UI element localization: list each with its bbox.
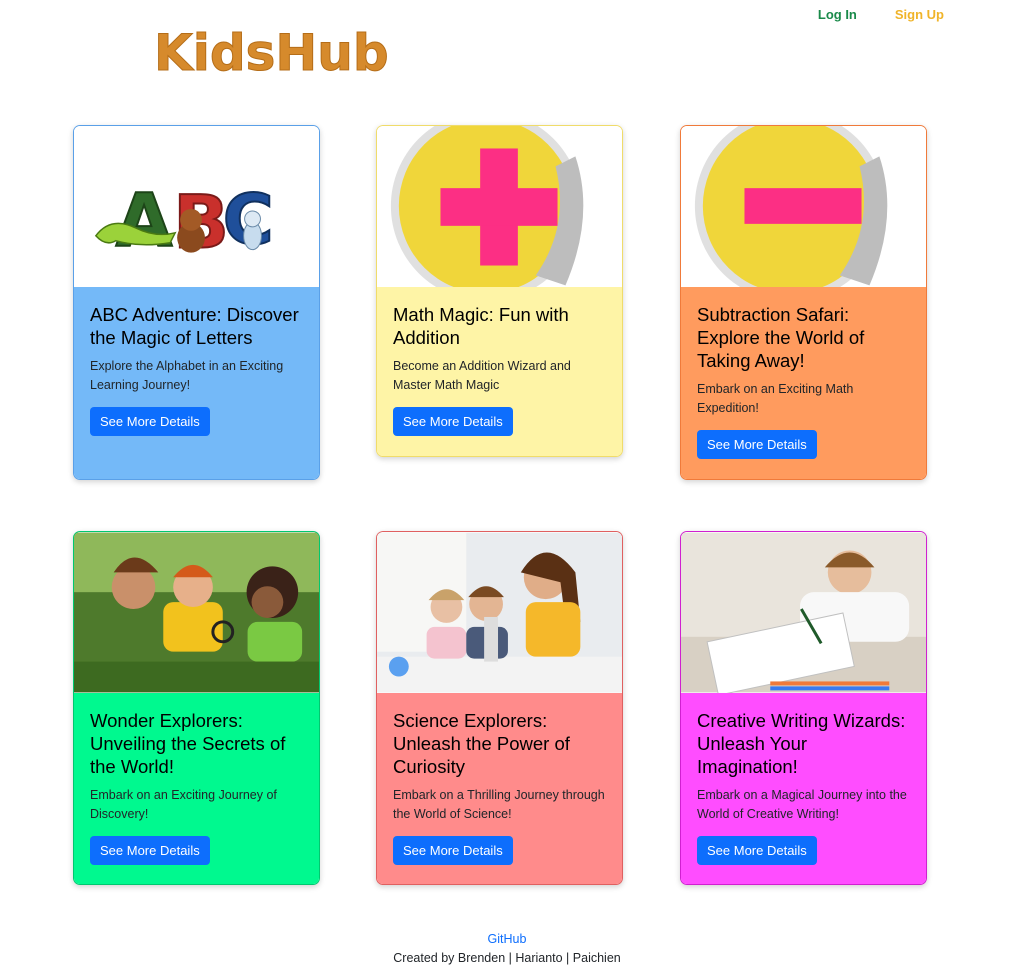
kids-exploring-nature-photo bbox=[74, 532, 319, 693]
card-description: Become an Addition Wizard and Master Mat… bbox=[393, 359, 571, 392]
see-more-details-button[interactable]: See More Details bbox=[90, 407, 210, 436]
see-more-details-button[interactable]: See More Details bbox=[393, 836, 513, 865]
kid-writing-photo bbox=[681, 532, 926, 693]
card-title: Math Magic: Fun with Addition bbox=[393, 304, 569, 348]
card-title: Subtraction Safari: Explore the World of… bbox=[697, 304, 865, 371]
footer: GitHub Created by Brenden | Harianto | P… bbox=[0, 931, 1014, 966]
auth-nav: Log In Sign Up bbox=[818, 7, 944, 22]
card-description: Explore the Alphabet in an Exciting Lear… bbox=[90, 359, 284, 392]
login-link[interactable]: Log In bbox=[818, 7, 857, 22]
see-more-details-button[interactable]: See More Details bbox=[697, 430, 817, 459]
card-creative-writing: Creative Writing Wizards: Unleash Your I… bbox=[680, 531, 927, 885]
card-body: Science Explorers: Unleash the Power of … bbox=[377, 693, 622, 884]
card-wonder-explorers: Wonder Explorers: Unveiling the Secrets … bbox=[73, 531, 320, 885]
card-title: ABC Adventure: Discover the Magic of Let… bbox=[90, 304, 299, 348]
see-more-details-button[interactable]: See More Details bbox=[90, 836, 210, 865]
credits-text: Created by Brenden | Harianto | Paichien bbox=[393, 951, 621, 965]
abc-letters-image: A B C bbox=[74, 126, 319, 287]
card-abc-adventure: A B C ABC Adventure: Discover the Magic … bbox=[73, 125, 320, 480]
see-more-details-button[interactable]: See More Details bbox=[697, 836, 817, 865]
github-link[interactable]: GitHub bbox=[0, 931, 1014, 947]
card-title: Creative Writing Wizards: Unleash Your I… bbox=[697, 710, 906, 777]
card-body: Math Magic: Fun with Addition Become an … bbox=[377, 287, 622, 456]
addition-sticker-image bbox=[377, 126, 622, 287]
kidshub-logo[interactable]: KidsHub bbox=[152, 20, 397, 83]
signup-link[interactable]: Sign Up bbox=[895, 7, 944, 22]
kids-science-lab-photo bbox=[377, 532, 622, 693]
logo-text: KidsHub bbox=[154, 24, 389, 80]
svg-text:A: A bbox=[116, 179, 173, 264]
card-title: Wonder Explorers: Unveiling the Secrets … bbox=[90, 710, 286, 777]
see-more-details-button[interactable]: See More Details bbox=[393, 407, 513, 436]
card-title: Science Explorers: Unleash the Power of … bbox=[393, 710, 570, 777]
card-subtraction-safari: Subtraction Safari: Explore the World of… bbox=[680, 125, 927, 480]
card-body: ABC Adventure: Discover the Magic of Let… bbox=[74, 287, 319, 479]
card-body: Creative Writing Wizards: Unleash Your I… bbox=[681, 693, 926, 884]
card-science-explorers: Science Explorers: Unleash the Power of … bbox=[376, 531, 623, 885]
subtraction-sticker-image bbox=[681, 126, 926, 287]
card-body: Wonder Explorers: Unveiling the Secrets … bbox=[74, 693, 319, 884]
card-body: Subtraction Safari: Explore the World of… bbox=[681, 287, 926, 479]
card-description: Embark on an Exciting Journey of Discove… bbox=[90, 788, 277, 821]
card-description: Embark on a Magical Journey into the Wor… bbox=[697, 788, 907, 821]
card-description: Embark on an Exciting Math Expedition! bbox=[697, 382, 854, 415]
card-math-magic: Math Magic: Fun with Addition Become an … bbox=[376, 125, 623, 457]
card-description: Embark on a Thrilling Journey through th… bbox=[393, 788, 605, 821]
